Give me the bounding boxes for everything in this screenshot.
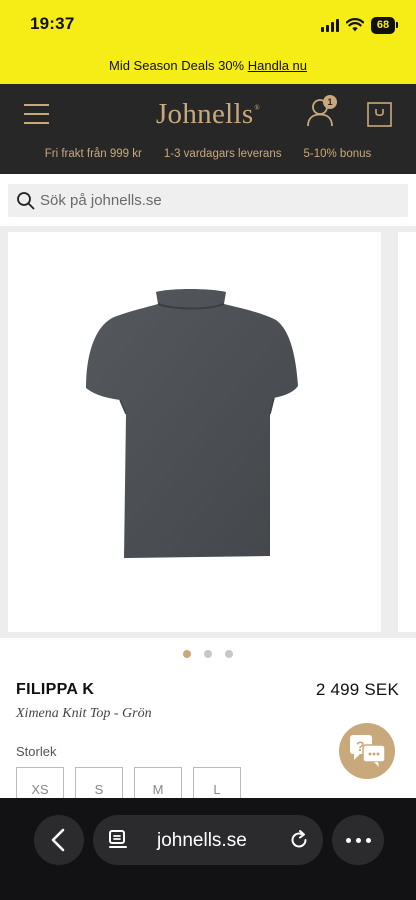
top-banner: 19:37 68 Mid Season Deals 30% Handla nu <box>0 0 416 84</box>
promo-link[interactable]: Handla nu <box>248 58 307 73</box>
search-icon <box>17 192 35 210</box>
product-brand[interactable]: FILIPPA K <box>16 681 94 699</box>
chevron-left-icon <box>51 828 65 852</box>
address-bar[interactable]: johnells.se <box>93 815 323 865</box>
search-bar <box>0 174 416 226</box>
logo-text: Johnells <box>155 98 254 130</box>
browser-toolbar: johnells.se <box>0 798 416 900</box>
status-time: 19:37 <box>30 14 75 33</box>
promo-banner: Mid Season Deals 30% Handla nu <box>0 58 416 73</box>
url-text: johnells.se <box>157 830 247 851</box>
logo-registered-mark: ® <box>254 104 261 112</box>
account-badge: 1 <box>323 95 337 109</box>
product-name: Ximena Knit Top - Grön <box>16 706 152 721</box>
reload-icon[interactable] <box>288 829 310 851</box>
promo-text: Mid Season Deals 30% <box>108 58 248 73</box>
usp-item: 5-10% bonus <box>303 148 372 160</box>
status-icons: 68 <box>321 15 398 35</box>
next-image-peek[interactable] <box>398 232 416 632</box>
shopping-bag-icon[interactable] <box>367 102 392 127</box>
product-price: 2 499 SEK <box>315 680 399 699</box>
search-input[interactable] <box>40 184 400 217</box>
gallery-pagination <box>0 650 416 658</box>
battery-indicator: 68 <box>371 16 395 34</box>
gallery-dot[interactable] <box>183 650 191 658</box>
usp-item: 1-3 vardagars leverans <box>163 148 282 160</box>
usp-item: Fri frakt från 999 kr <box>44 148 142 160</box>
site-header: Johnells® 1 Fri frakt från 999 kr 1-3 va… <box>0 84 416 174</box>
gallery-dot[interactable] <box>204 650 212 658</box>
more-icon <box>346 838 371 843</box>
more-options-button[interactable] <box>332 815 384 865</box>
search-box[interactable] <box>8 184 408 217</box>
wifi-icon <box>346 18 364 32</box>
usp-bar: Fri frakt från 999 kr 1-3 vardagars leve… <box>0 148 416 160</box>
battery-tip <box>396 22 398 28</box>
gallery-dot[interactable] <box>225 650 233 658</box>
logo[interactable]: Johnells® <box>0 98 416 131</box>
back-button[interactable] <box>34 815 84 865</box>
signal-icon <box>321 18 339 32</box>
product-image <box>86 289 298 558</box>
chat-button[interactable]: ? <box>339 723 395 779</box>
size-label: Storlek <box>16 744 57 759</box>
page-menu-icon[interactable] <box>107 828 129 852</box>
